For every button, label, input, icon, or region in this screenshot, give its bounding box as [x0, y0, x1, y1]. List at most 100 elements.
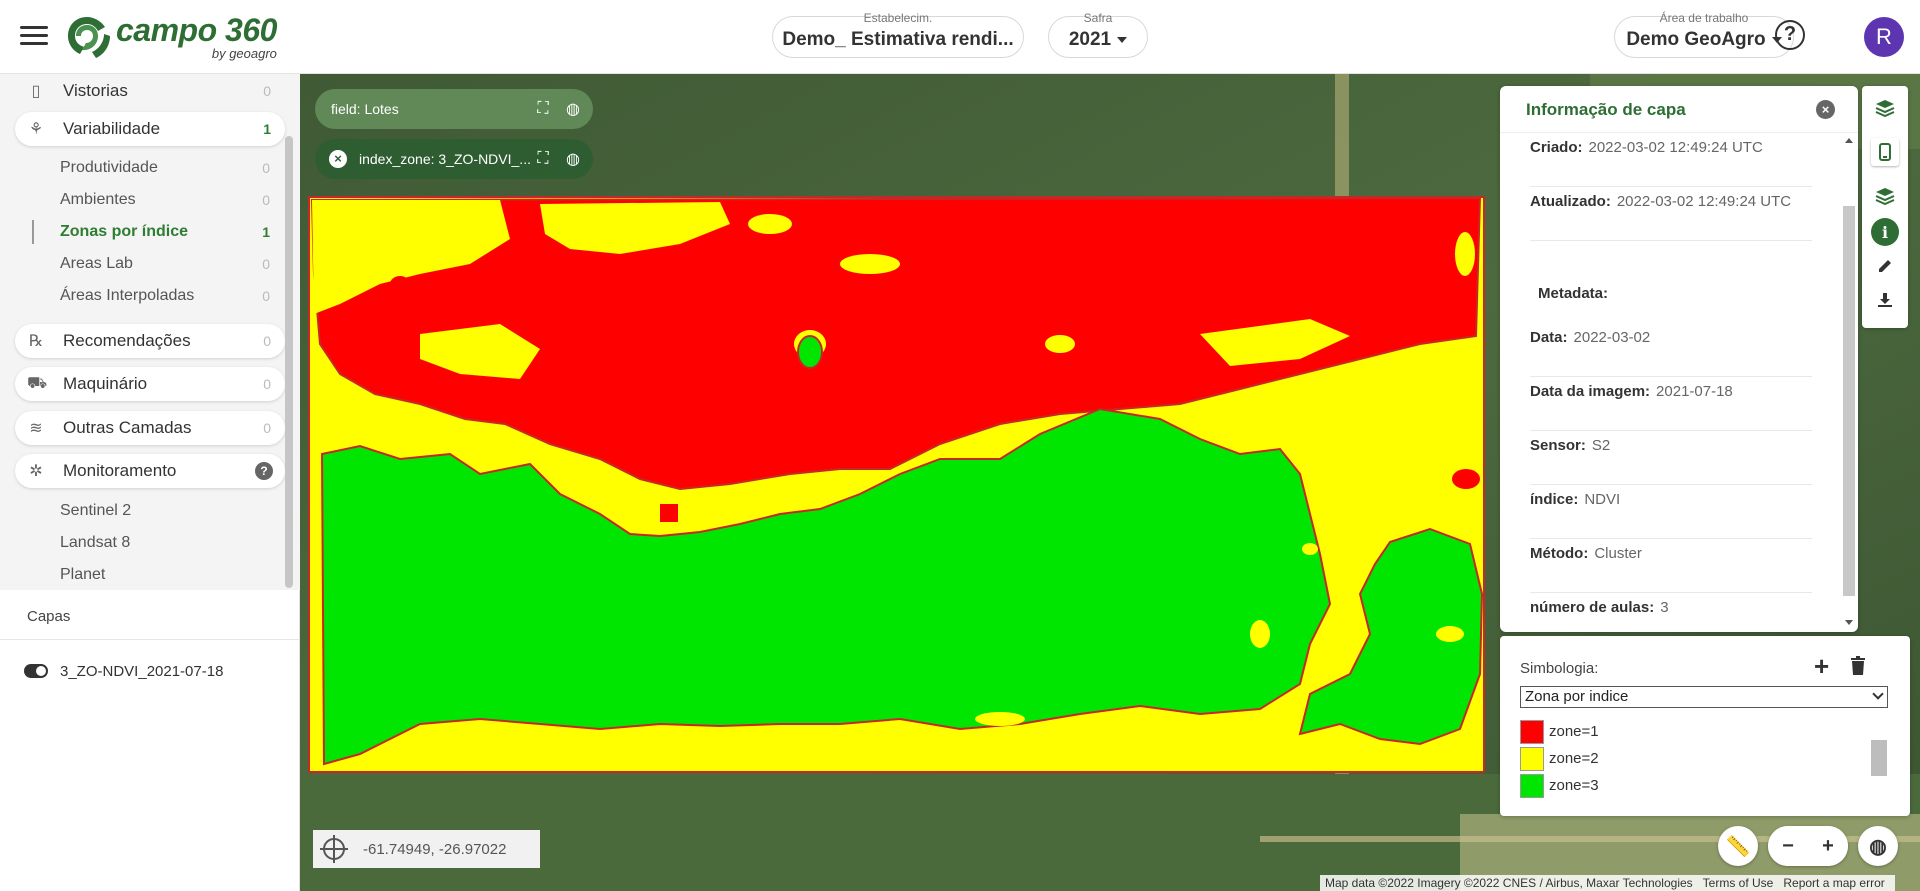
- sub-item-sentinel-2[interactable]: Sentinel 2: [60, 498, 280, 524]
- fullscreen-icon[interactable]: ⛶: [533, 150, 553, 168]
- layers-icon[interactable]: [1871, 94, 1899, 122]
- attribution-text: Map data ©2022 Imagery ©2022 CNES / Airb…: [1325, 876, 1693, 890]
- sub-item-count: 0: [262, 160, 270, 176]
- legend-item: zone=2: [1520, 745, 1870, 772]
- help-icon[interactable]: ?: [1775, 20, 1805, 50]
- info-scrollbar-thumb[interactable]: [1843, 206, 1855, 596]
- sidebar-item-count: 0: [263, 83, 271, 99]
- scroll-down-icon[interactable]: [1845, 620, 1853, 625]
- info-panel-body: Criado: 2022-03-02 12:49:24 UTC Atualizad…: [1500, 132, 1858, 632]
- legend-swatch: [1520, 746, 1544, 771]
- avatar[interactable]: R: [1864, 17, 1904, 57]
- campo360-logo-icon: [68, 17, 110, 58]
- scroll-up-icon[interactable]: [1845, 138, 1853, 143]
- legend-item: zone=1: [1520, 718, 1870, 745]
- safra-value: 2021: [1068, 29, 1112, 50]
- index-zone-layer-label: index_zone: 3_ZO-NDVI_...: [359, 151, 531, 167]
- workspace-value: Demo GeoAgro: [1626, 29, 1766, 50]
- legend-label: zone=1: [1549, 723, 1599, 740]
- sidebar-scrollbar[interactable]: [285, 136, 293, 588]
- satellite-icon: ✲: [29, 463, 43, 480]
- add-icon[interactable]: +: [1814, 653, 1829, 679]
- sidebar-item-label: Vistorias: [63, 81, 128, 100]
- legend-label: zone=3: [1549, 777, 1599, 794]
- zoom-controls: − +: [1768, 826, 1848, 866]
- download-icon[interactable]: [1871, 286, 1899, 314]
- palette-icon[interactable]: ◍: [563, 99, 583, 119]
- sub-item-planet[interactable]: Planet: [60, 562, 280, 588]
- coordinates-readout[interactable]: -61.74949, -26.97022: [313, 830, 540, 868]
- sidebar-nav: ▯ Vistorias 0 ⚘ Variabilidade 1 Produtiv…: [0, 74, 300, 590]
- sidebar-item-label: Recomendações: [63, 331, 191, 350]
- sidebar-item-outras-camadas[interactable]: ≋ Outras Camadas 0: [15, 411, 285, 445]
- establishment-value: Demo_ Estimativa rendi...: [782, 29, 1014, 50]
- help-icon[interactable]: ?: [255, 462, 273, 480]
- ruler-icon[interactable]: 📏: [1718, 826, 1758, 866]
- index-zone-layer-chip[interactable]: × index_zone: 3_ZO-NDVI_... ⛶ ◍: [315, 139, 593, 179]
- sidebar-item-maquinario[interactable]: ⛟ Maquinário 0: [15, 367, 285, 401]
- close-icon[interactable]: ×: [1816, 100, 1835, 119]
- prescription-icon: ℞: [28, 333, 44, 350]
- sub-item-count: 0: [262, 256, 270, 272]
- sub-item-count: 1: [262, 224, 270, 240]
- info-row-data-imagem: Data da imagem: 2021-07-18: [1530, 377, 1812, 431]
- palette-icon[interactable]: ◍: [1858, 826, 1898, 866]
- logo[interactable]: campo 360 by geoagro: [64, 12, 277, 62]
- close-icon[interactable]: ×: [329, 150, 347, 168]
- crosshair-icon[interactable]: [320, 835, 348, 863]
- symbology-label: Simbologia:: [1520, 660, 1599, 677]
- symbology-select[interactable]: Zona por indice: [1520, 686, 1888, 708]
- layers-icon: ≋: [29, 420, 43, 437]
- sidebar-item-variabilidade[interactable]: ⚘ Variabilidade 1: [15, 112, 285, 146]
- sub-item-label: Landsat 8: [60, 534, 131, 551]
- sub-item-label: Produtividade: [60, 159, 158, 176]
- palette-icon[interactable]: ◍: [563, 149, 583, 169]
- layers-icon[interactable]: [1871, 182, 1899, 210]
- menu-icon[interactable]: [20, 26, 48, 48]
- layer-visibility-toggle[interactable]: [24, 664, 48, 678]
- layer-row[interactable]: 3_ZO-NDVI_2021-07-18: [24, 660, 223, 682]
- phone-icon[interactable]: [1871, 138, 1899, 166]
- sub-item-landsat-8[interactable]: Landsat 8: [60, 530, 280, 556]
- terms-link[interactable]: Terms of Use: [1703, 876, 1774, 890]
- symbology-selected-value: Zona por indice: [1525, 688, 1629, 705]
- coordinates-value: -61.74949, -26.97022: [363, 840, 507, 858]
- layer-info-panel: Informação de capa × Criado: 2022-03-02 1…: [1500, 86, 1858, 632]
- sidebar-item-label: Monitoramento: [63, 461, 177, 480]
- sidebar-item-vistorias[interactable]: ▯ Vistorias 0: [15, 74, 285, 108]
- selected-indicator: [32, 220, 34, 244]
- fullscreen-icon[interactable]: ⛶: [533, 100, 553, 118]
- workspace-caption: Área de trabalho: [1659, 11, 1749, 25]
- legend-label: zone=2: [1549, 750, 1599, 767]
- sidebar-item-recomendacoes[interactable]: ℞ Recomendações 0: [15, 324, 285, 358]
- sub-item-areas-interpoladas[interactable]: Áreas Interpoladas 0: [60, 283, 280, 309]
- edit-icon[interactable]: [1871, 252, 1899, 280]
- sidebar: ▯ Vistorias 0 ⚘ Variabilidade 1 Produtiv…: [0, 74, 300, 891]
- sub-item-produtividade[interactable]: Produtividade 0: [60, 155, 280, 181]
- map-attribution: Map data ©2022 Imagery ©2022 CNES / Airb…: [1320, 875, 1895, 891]
- sidebar-item-label: Maquinário: [63, 374, 148, 393]
- safra-selector[interactable]: Safra 2021: [1048, 11, 1148, 58]
- workspace-selector[interactable]: Área de trabalho Demo GeoAgro: [1614, 11, 1794, 58]
- sidebar-item-monitoramento[interactable]: ✲ Monitoramento ?: [15, 454, 285, 488]
- establishment-selector[interactable]: Estabelecim. Demo_ Estimativa rendi...: [772, 11, 1024, 58]
- sub-item-zonas-por-indice[interactable]: Zonas por índice 1: [60, 219, 280, 245]
- top-bar: campo 360 by geoagro Estabelecim. Demo_ …: [0, 0, 1920, 74]
- info-row-numero-aulas: número de aulas: 3: [1530, 599, 1669, 616]
- zoom-in-button[interactable]: +: [1808, 826, 1848, 866]
- trash-icon[interactable]: [1850, 656, 1866, 676]
- chevron-down-icon: [1117, 36, 1128, 43]
- zoom-out-button[interactable]: −: [1768, 826, 1808, 866]
- info-icon[interactable]: i: [1871, 218, 1899, 246]
- info-row-data: Data: 2022-03-02: [1530, 323, 1812, 377]
- symbology-legend: zone=1 zone=2 zone=3: [1520, 718, 1870, 799]
- report-link[interactable]: Report a map error: [1783, 876, 1884, 890]
- sub-item-count: 0: [262, 192, 270, 208]
- sub-item-ambientes[interactable]: Ambientes 0: [60, 187, 280, 213]
- sub-item-areas-lab[interactable]: Areas Lab 0: [60, 251, 280, 277]
- tractor-icon: ⛟: [27, 375, 48, 392]
- sub-item-label: Planet: [60, 566, 106, 583]
- field-layer-chip[interactable]: field: Lotes ⛶ ◍: [315, 89, 593, 129]
- legend-scrollbar-thumb[interactable]: [1871, 740, 1887, 776]
- symbology-panel: Simbologia: + Zona por indice zone=1 zon…: [1500, 636, 1910, 816]
